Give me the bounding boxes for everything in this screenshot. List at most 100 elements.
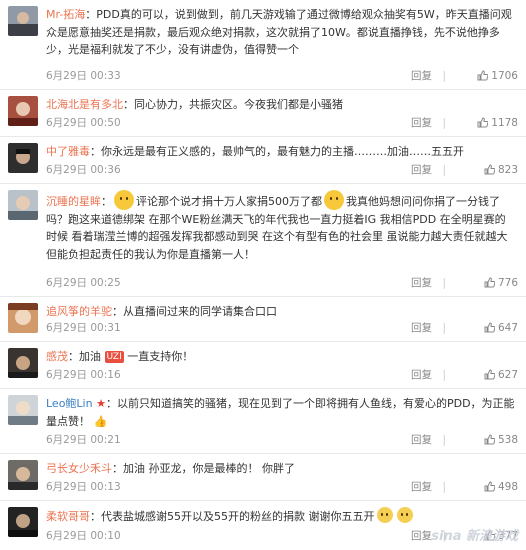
avatar[interactable] bbox=[8, 143, 38, 173]
comment-body: ：加油 孙亚龙，你是最棒的！ 你胖了 bbox=[112, 462, 295, 475]
thumbs-up-icon bbox=[484, 164, 496, 179]
reply-button[interactable]: 回复 bbox=[411, 116, 432, 130]
comment-text: 沉睡的星眸： 评论那个说才捐十万人家捐500万了都 我真他妈想问问你捐了一分钱了吗？… bbox=[46, 190, 516, 263]
like-count: 823 bbox=[497, 164, 518, 176]
like-button[interactable]: 627 bbox=[484, 368, 518, 384]
divider: | bbox=[442, 369, 446, 381]
comment-list: Mr-拓海：PDD真的可以，说到做到，前几天游戏输了通过微博给观众抽奖有5W，昨… bbox=[0, 0, 526, 549]
timestamp: 6月29日 00:25 bbox=[46, 277, 121, 289]
sina-games-watermark: sina 新浪游戏 bbox=[431, 529, 518, 544]
grin-emoji-icon bbox=[114, 190, 134, 210]
timestamp: 6月29日 00:33 bbox=[46, 70, 121, 82]
timestamp: 6月29日 00:31 bbox=[46, 322, 121, 334]
like-count: 538 bbox=[497, 434, 518, 446]
like-count: 498 bbox=[497, 481, 518, 493]
uzi-badge: UZI bbox=[104, 351, 124, 363]
comment-body: ：同心协力，共振灾区。今夜我们都是小骚猪 bbox=[123, 98, 343, 111]
user-name[interactable]: Mr-拓海 bbox=[46, 8, 85, 21]
comment-meta: 6月29日 00:36 回复 | 823 bbox=[46, 163, 518, 177]
timestamp: 6月29日 00:21 bbox=[46, 434, 121, 446]
user-name[interactable]: 弓长女少禾斗 bbox=[46, 462, 112, 475]
thumbs-up-icon bbox=[484, 434, 496, 449]
like-button[interactable]: 776 bbox=[484, 276, 518, 292]
like-button[interactable]: 647 bbox=[484, 321, 518, 337]
comment-item: 追风筝的羊驼：从直播间过来的同学请集合口口 6月29日 00:31 回复 | 6… bbox=[0, 297, 526, 342]
thumbs-up-icon bbox=[484, 369, 496, 384]
like-button[interactable]: 498 bbox=[484, 480, 518, 496]
comment-meta: 6月29日 00:50 回复 | 1178 bbox=[46, 116, 518, 130]
reply-button[interactable]: 回复 bbox=[411, 276, 432, 290]
avatar[interactable] bbox=[8, 395, 38, 425]
timestamp: 6月29日 00:36 bbox=[46, 164, 121, 176]
avatar[interactable] bbox=[8, 96, 38, 126]
star-badge-icon: ★ bbox=[96, 397, 106, 410]
reply-button[interactable]: 回复 bbox=[411, 368, 432, 382]
cat-emoji-icon bbox=[396, 507, 413, 523]
like-count: 776 bbox=[497, 277, 518, 289]
reply-button[interactable]: 回复 bbox=[411, 69, 432, 83]
smile-emoji-icon bbox=[324, 190, 344, 210]
thumbs-up-icon bbox=[484, 322, 496, 337]
timestamp: 6月29日 00:16 bbox=[46, 369, 121, 381]
comment-text: 北海北是有多北：同心协力，共振灾区。今夜我们都是小骚猪 bbox=[46, 96, 516, 114]
user-name[interactable]: 感茂 bbox=[46, 350, 68, 363]
reply-button[interactable]: 回复 bbox=[411, 433, 432, 447]
like-count: 1178 bbox=[491, 117, 518, 129]
divider: | bbox=[442, 322, 446, 334]
like-count: 647 bbox=[497, 322, 518, 334]
avatar[interactable] bbox=[8, 460, 38, 490]
user-name[interactable]: 中了雅毒 bbox=[46, 145, 90, 158]
comment-body: 一直支持你！ bbox=[127, 350, 194, 363]
user-name[interactable]: 北海北是有多北 bbox=[46, 98, 123, 111]
divider: | bbox=[442, 277, 446, 289]
comment-body: ：PDD真的可以，说到做到，前几天游戏输了通过微博给观众抽奖有5W，昨天直播问观… bbox=[46, 8, 512, 56]
comment-item: 沉睡的星眸： 评论那个说才捐十万人家捐500万了都 我真他妈想问问你捐了一分钱了吗？… bbox=[0, 184, 526, 297]
divider: | bbox=[442, 164, 446, 176]
comment-item: 弓长女少禾斗：加油 孙亚龙，你是最棒的！ 你胖了 6月29日 00:13 回复 … bbox=[0, 454, 526, 501]
avatar[interactable] bbox=[8, 303, 38, 333]
avatar[interactable] bbox=[8, 348, 38, 378]
comment-item: 感茂：加油 UZI 一直支持你！ 6月29日 00:16 回复 | 627 bbox=[0, 342, 526, 389]
comment-body: ：以前只知道搞笑的骚猪，现在见到了一个即将拥有人鱼线，有爱心的PDD，为正能量点… bbox=[46, 397, 515, 428]
thumbs-up-icon bbox=[484, 277, 496, 292]
cat-emoji-icon bbox=[376, 507, 393, 523]
comment-body: ：加油 bbox=[68, 350, 101, 363]
like-button[interactable]: 823 bbox=[484, 163, 518, 179]
comment-text: 中了雅毒：你永远是最有正义感的，最帅气的，最有魅力的主播………加油……五五开 bbox=[46, 143, 516, 161]
timestamp: 6月29日 00:50 bbox=[46, 117, 121, 129]
avatar[interactable] bbox=[8, 507, 38, 537]
user-name[interactable]: 柔软哥哥 bbox=[46, 510, 90, 523]
comment-item: Leo鲍Lin ★：以前只知道搞笑的骚猪，现在见到了一个即将拥有人鱼线，有爱心的… bbox=[0, 389, 526, 454]
like-button[interactable]: 538 bbox=[484, 433, 518, 449]
divider: | bbox=[442, 117, 446, 129]
comment-meta: 6月29日 00:33 回复 | 1706 bbox=[46, 69, 518, 83]
reply-button[interactable]: 回复 bbox=[411, 163, 432, 177]
comment-body: ：从直播间过来的同学请集合口口 bbox=[112, 305, 277, 318]
comment-text: Leo鲍Lin ★：以前只知道搞笑的骚猪，现在见到了一个即将拥有人鱼线，有爱心的… bbox=[46, 395, 516, 430]
avatar[interactable] bbox=[8, 190, 38, 220]
like-count: 1706 bbox=[491, 70, 518, 82]
comment-meta: 6月29日 00:31 回复 | 647 bbox=[46, 321, 518, 335]
reply-button[interactable]: 回复 bbox=[411, 321, 432, 335]
user-name[interactable]: Leo鲍Lin bbox=[46, 397, 93, 410]
user-name[interactable]: 追风筝的羊驼 bbox=[46, 305, 112, 318]
comment-text: 感茂：加油 UZI 一直支持你！ bbox=[46, 348, 516, 366]
comment-body: ：你永远是最有正义感的，最帅气的，最有魅力的主播………加油……五五开 bbox=[90, 145, 464, 158]
like-button[interactable]: 1706 bbox=[477, 69, 518, 85]
thumbs-up-icon bbox=[484, 481, 496, 496]
thumbs-up-icon bbox=[477, 70, 489, 85]
comment-body: 评论那个说才捐十万人家捐500万了都 bbox=[136, 195, 322, 208]
user-name[interactable]: 沉睡的星眸 bbox=[46, 195, 101, 208]
like-count: 627 bbox=[497, 369, 518, 381]
comment-body: ：代表盐城感谢55开以及55开的粉丝的捐款 谢谢你五五开 bbox=[90, 510, 375, 523]
comment-meta: 6月29日 00:13 回复 | 498 bbox=[46, 480, 518, 494]
comment-text: Mr-拓海：PDD真的可以，说到做到，前几天游戏输了通过微博给观众抽奖有5W，昨… bbox=[46, 6, 516, 59]
like-button[interactable]: 1178 bbox=[477, 116, 518, 132]
avatar[interactable] bbox=[8, 6, 38, 36]
timestamp: 6月29日 00:10 bbox=[46, 530, 121, 542]
comment-text: 弓长女少禾斗：加油 孙亚龙，你是最棒的！ 你胖了 bbox=[46, 460, 516, 478]
comment-item: Mr-拓海：PDD真的可以，说到做到，前几天游戏输了通过微博给观众抽奖有5W，昨… bbox=[0, 0, 526, 90]
reply-button[interactable]: 回复 bbox=[411, 529, 432, 543]
divider: | bbox=[442, 481, 446, 493]
reply-button[interactable]: 回复 bbox=[411, 480, 432, 494]
